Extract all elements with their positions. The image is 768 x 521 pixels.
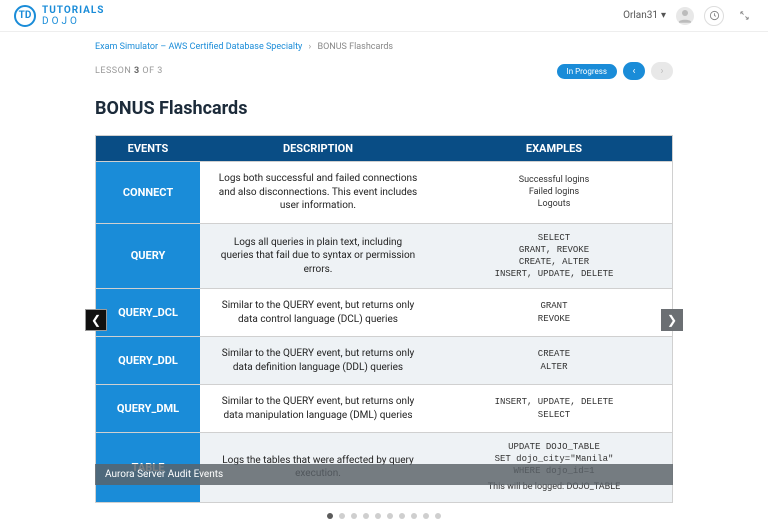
main-content: Exam Simulator – AWS Certified Database … [0, 32, 768, 519]
carousel-dot[interactable] [435, 513, 441, 519]
event-cell: QUERY_DCL [96, 289, 200, 337]
col-header-description: DESCRIPTION [200, 136, 436, 162]
caption-bar: Aurora Server Audit Events [95, 464, 673, 485]
history-icon[interactable] [704, 6, 724, 26]
breadcrumb-link-course[interactable]: Exam Simulator – AWS Certified Database … [95, 42, 302, 52]
user-area: Orlan31 ▾ [623, 6, 754, 26]
example-cell: SELECTGRANT, REVOKECREATE, ALTERINSERT, … [436, 223, 672, 289]
carousel-dot[interactable] [363, 513, 369, 519]
event-cell: CONNECT [96, 162, 200, 224]
carousel-dot[interactable] [375, 513, 381, 519]
carousel-prev-button[interactable]: ❮ [85, 309, 107, 331]
col-header-examples: EXAMPLES [436, 136, 672, 162]
table-row: QUERY_DMLSimilar to the QUERY event, but… [96, 385, 672, 433]
brand-logo[interactable]: TD TUTORIALS DOJO [14, 5, 104, 27]
avatar[interactable] [676, 7, 694, 25]
breadcrumb-current: BONUS Flashcards [317, 42, 393, 52]
brand-text: TUTORIALS DOJO [42, 5, 104, 27]
carousel-dot[interactable] [339, 513, 345, 519]
carousel-dot[interactable] [411, 513, 417, 519]
carousel-next-button[interactable]: ❯ [661, 309, 683, 331]
table-row: QUERY_DCLSimilar to the QUERY event, but… [96, 289, 672, 337]
lesson-counter: LESSON 3 OF 3 [95, 66, 163, 76]
user-name: Orlan31 [623, 10, 658, 21]
brand-badge: TD [14, 5, 36, 27]
description-cell: Similar to the QUERY event, but returns … [200, 289, 436, 337]
lesson-nav: In Progress ‹ › [557, 62, 673, 80]
example-cell: INSERT, UPDATE, DELETESELECT [436, 385, 672, 433]
description-cell: Similar to the QUERY event, but returns … [200, 385, 436, 433]
col-header-events: EVENTS [96, 136, 200, 162]
carousel-dot[interactable] [423, 513, 429, 519]
event-cell: QUERY_DML [96, 385, 200, 433]
flashcard-wrapper: ❮ ❯ EVENTS DESCRIPTION EXAMPLES CONNECTL… [95, 135, 673, 519]
example-cell: Successful loginsFailed loginsLogouts [436, 162, 672, 224]
prev-lesson-button[interactable]: ‹ [623, 62, 645, 80]
flashcard: EVENTS DESCRIPTION EXAMPLES CONNECTLogs … [95, 135, 673, 503]
event-cell: QUERY_DDL [96, 337, 200, 385]
event-cell: QUERY [96, 223, 200, 289]
carousel-dot[interactable] [327, 513, 333, 519]
table-row: QUERY_DDLSimilar to the QUERY event, but… [96, 337, 672, 385]
carousel-dot[interactable] [351, 513, 357, 519]
expand-icon[interactable] [734, 6, 754, 26]
carousel-dot[interactable] [387, 513, 393, 519]
description-cell: Logs both successful and failed connecti… [200, 162, 436, 224]
caption-link[interactable]: Aurora Server Audit Events [105, 469, 223, 480]
chevron-down-icon: ▾ [661, 10, 666, 21]
status-badge: In Progress [557, 64, 617, 79]
description-cell: Similar to the QUERY event, but returns … [200, 337, 436, 385]
app-header: TD TUTORIALS DOJO Orlan31 ▾ [0, 0, 768, 32]
example-cell: GRANTREVOKE [436, 289, 672, 337]
page-title: BONUS Flashcards [95, 98, 673, 119]
description-cell: Logs all queries in plain text, includin… [200, 223, 436, 289]
lesson-row: LESSON 3 OF 3 In Progress ‹ › [95, 62, 673, 80]
example-cell: CREATEALTER [436, 337, 672, 385]
breadcrumb: Exam Simulator – AWS Certified Database … [95, 42, 673, 52]
table-row: QUERYLogs all queries in plain text, inc… [96, 223, 672, 289]
table-row: CONNECTLogs both successful and failed c… [96, 162, 672, 224]
carousel-dot[interactable] [399, 513, 405, 519]
breadcrumb-sep: › [309, 42, 312, 52]
user-menu[interactable]: Orlan31 ▾ [623, 10, 666, 21]
next-lesson-button: › [651, 62, 673, 80]
carousel-dots [95, 513, 673, 519]
events-table: EVENTS DESCRIPTION EXAMPLES CONNECTLogs … [96, 136, 672, 502]
